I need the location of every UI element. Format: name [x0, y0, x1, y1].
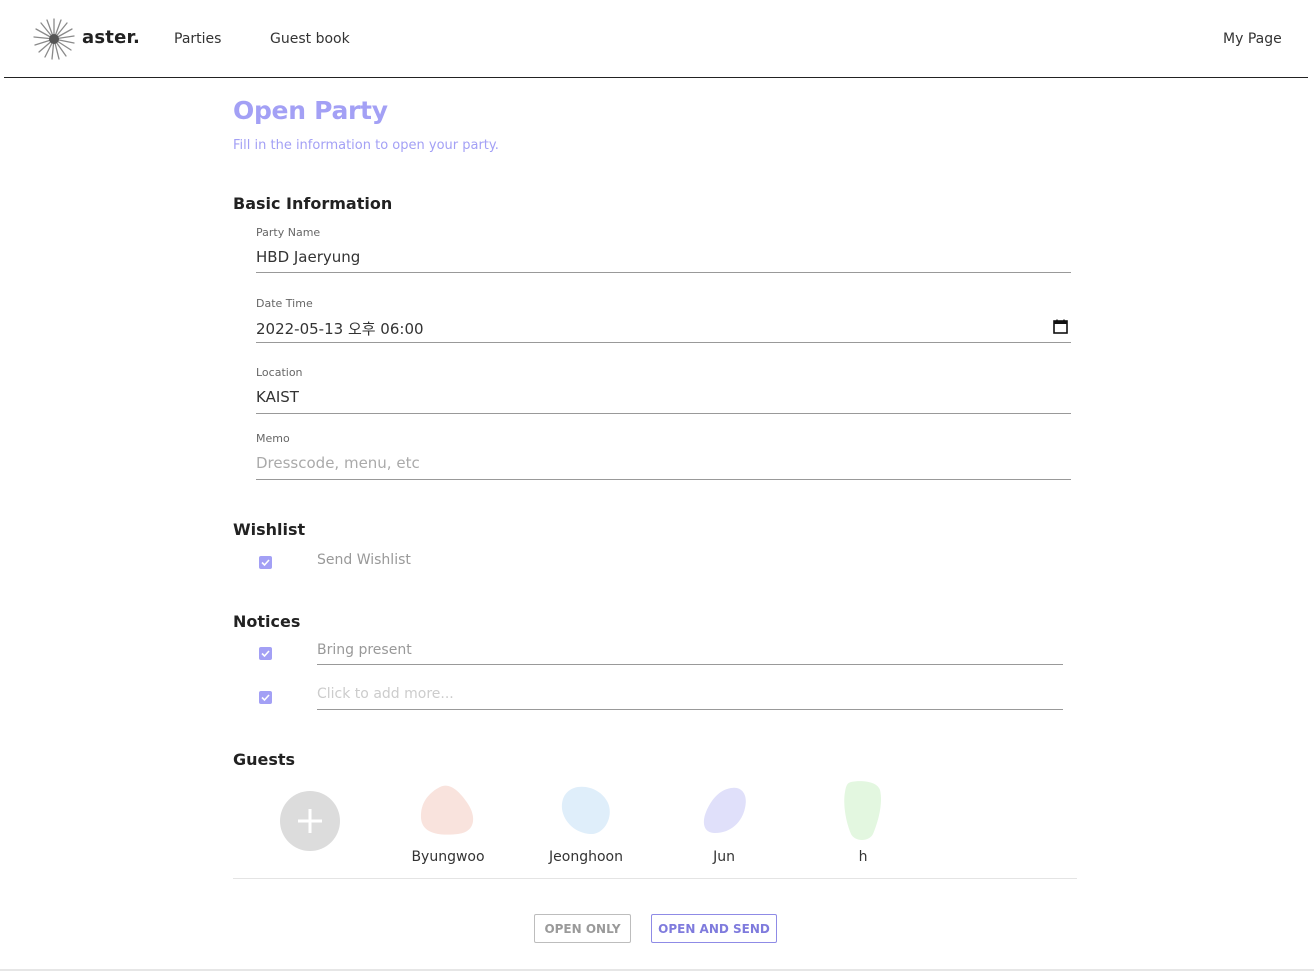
- nav-guest-book-link[interactable]: Guest book: [270, 31, 350, 47]
- guest-name-h: h: [858, 849, 868, 865]
- guests-divider: [233, 878, 1077, 879]
- guests-heading: Guests: [233, 750, 296, 769]
- send-wishlist-label: Send Wishlist: [317, 552, 411, 568]
- aster-flower-logo-icon[interactable]: [33, 18, 75, 60]
- guest-avatar-jun[interactable]: [701, 786, 749, 836]
- add-notice-placeholder[interactable]: Click to add more...: [317, 686, 454, 702]
- top-navbar: aster. Parties Guest book My Page: [0, 0, 1314, 78]
- add-notice-underline: [317, 709, 1063, 710]
- party-name-field[interactable]: Party Name HBD Jaeryung: [256, 226, 1071, 274]
- guest-avatar-h[interactable]: [843, 780, 883, 842]
- calendar-icon[interactable]: [1053, 319, 1068, 334]
- notice-checkbox[interactable]: [259, 647, 272, 660]
- open-and-send-button[interactable]: OPEN AND SEND: [651, 914, 777, 943]
- page-title: Open Party: [233, 96, 388, 125]
- guest-avatar-jeonghoon[interactable]: [560, 785, 612, 837]
- guest-blob-shape: [561, 786, 610, 835]
- checkmark-icon: [261, 559, 270, 567]
- add-notice-input[interactable]: Click to add more...: [317, 686, 1063, 710]
- send-wishlist-checkbox[interactable]: [259, 556, 272, 569]
- wishlist-heading: Wishlist: [233, 520, 306, 539]
- nav-parties-link[interactable]: Parties: [174, 31, 221, 47]
- party-name-input[interactable]: HBD Jaeryung: [256, 248, 360, 266]
- memo-input[interactable]: Dresscode, menu, etc: [256, 454, 420, 472]
- nav-my-page-link[interactable]: My Page: [1223, 31, 1282, 47]
- basic-information-heading: Basic Information: [233, 194, 393, 213]
- location-label: Location: [256, 366, 303, 379]
- notice-text[interactable]: Bring present: [317, 642, 412, 658]
- date-time-label: Date Time: [256, 297, 313, 310]
- memo-field[interactable]: Memo Dresscode, menu, etc: [256, 432, 1071, 480]
- notice-underline: [317, 664, 1063, 665]
- memo-label: Memo: [256, 432, 290, 445]
- guest-name-jeonghoon: Jeonghoon: [549, 849, 623, 865]
- guest-blob-shape: [844, 781, 882, 840]
- memo-underline: [256, 479, 1071, 480]
- open-only-button[interactable]: OPEN ONLY: [534, 914, 631, 943]
- add-guest-button[interactable]: [280, 791, 340, 851]
- location-field[interactable]: Location KAIST: [256, 366, 1071, 414]
- party-name-label: Party Name: [256, 226, 321, 239]
- date-time-input[interactable]: 2022-05-13 오후 06:00: [256, 318, 424, 339]
- notice-input[interactable]: Bring present: [317, 642, 1063, 666]
- add-notice-checkbox[interactable]: [259, 691, 272, 704]
- page-subtitle: Fill in the information to open your par…: [233, 138, 499, 153]
- guest-name-jun: Jun: [713, 849, 735, 865]
- plus-icon: [298, 809, 322, 833]
- notices-heading: Notices: [233, 612, 301, 631]
- guest-blob-shape: [420, 785, 474, 835]
- guest-avatar-byungwoo[interactable]: [418, 784, 478, 838]
- location-input[interactable]: KAIST: [256, 388, 299, 406]
- party-name-underline: [256, 272, 1071, 273]
- brand-name[interactable]: aster.: [82, 27, 140, 48]
- location-underline: [256, 413, 1071, 414]
- checkmark-icon: [261, 694, 270, 702]
- page-bottom-edge: [0, 969, 1314, 971]
- checkmark-icon: [261, 650, 270, 658]
- guest-name-byungwoo: Byungwoo: [411, 849, 485, 865]
- header-divider: [4, 77, 1308, 78]
- guest-blob-shape: [703, 787, 746, 833]
- date-time-underline: [256, 342, 1071, 343]
- date-time-field[interactable]: Date Time 2022-05-13 오후 06:00: [256, 297, 1071, 343]
